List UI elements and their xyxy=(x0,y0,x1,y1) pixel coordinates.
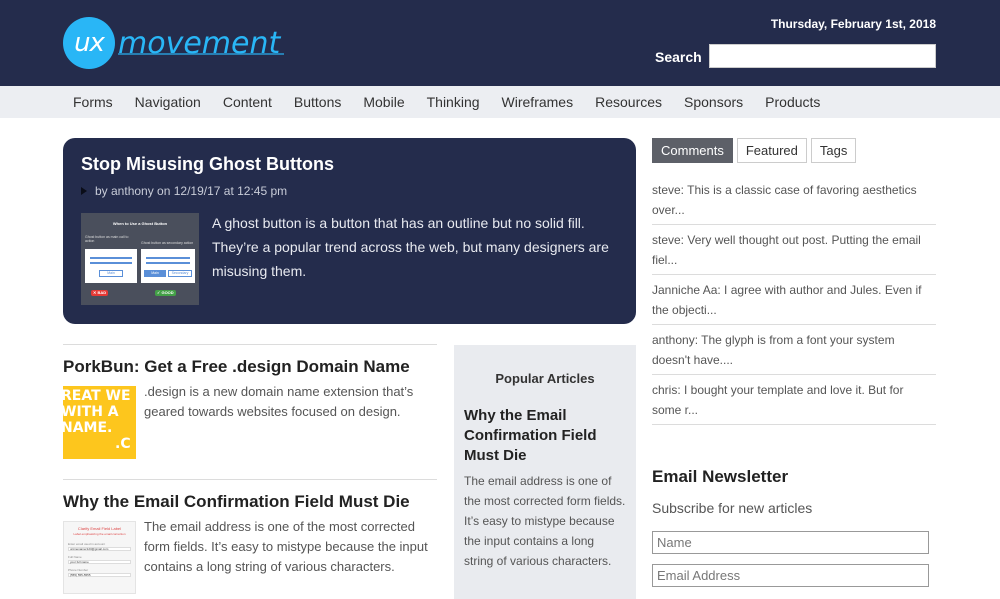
thumb-main-button-2: Main xyxy=(144,270,166,277)
featured-article-byline: by anthony on 12/19/17 at 12:45 pm xyxy=(95,184,288,198)
logo-wordmark: movement xyxy=(118,25,285,61)
popular-article-excerpt: The email address is one of the most cor… xyxy=(464,474,626,568)
nav-item-navigation[interactable]: Navigation xyxy=(135,94,201,110)
thumb-text: WITH A xyxy=(63,404,119,420)
newsletter-subtitle: Subscribe for new articles xyxy=(652,500,813,516)
thumb-label: Phone Number xyxy=(68,568,89,572)
thumb-label: Enter email used in account xyxy=(68,542,106,546)
thumb-right-panel xyxy=(141,249,195,283)
thumb-label: Full Name xyxy=(68,555,82,559)
featured-article: Stop Misusing Ghost Buttons by anthony o… xyxy=(63,138,636,324)
thumb-bad-badge: ✕ BAD xyxy=(91,290,109,296)
article-title[interactable]: Why the Email Confirmation Field Must Di… xyxy=(63,492,437,512)
newsletter-email-field[interactable] xyxy=(652,564,929,587)
comment-item[interactable]: anthony: The glyph is from a font your s… xyxy=(652,325,936,375)
article-title[interactable]: PorkBun: Get a Free .design Domain Name xyxy=(63,357,437,377)
newsletter-name-field[interactable] xyxy=(652,531,929,554)
thumb-field: unimenamer123@gmail.com xyxy=(68,547,131,551)
nav-item-resources[interactable]: Resources xyxy=(595,94,662,110)
thumb-right-caption: Ghost button as secondary action xyxy=(141,241,194,245)
sidebar-tabs: Comments Featured Tags xyxy=(652,138,860,163)
nav-item-wireframes[interactable]: Wireframes xyxy=(502,94,574,110)
comment-item[interactable]: Janniche Aa: I agree with author and Jul… xyxy=(652,275,936,325)
comment-item[interactable]: steve: Very well thought out post. Putti… xyxy=(652,225,936,275)
featured-article-meta: by anthony on 12/19/17 at 12:45 pm xyxy=(81,184,618,198)
article-excerpt: The email address is one of the most cor… xyxy=(144,519,428,574)
thumb-text: .C xyxy=(115,436,131,452)
nav-item-products[interactable]: Products xyxy=(765,94,820,110)
thumb-left-panel xyxy=(85,249,137,283)
article-thumbnail[interactable]: REAT WE WITH A NAME. .C xyxy=(63,386,136,459)
thumb-title: Clarify Email Field Label xyxy=(77,526,122,531)
featured-article-thumbnail[interactable]: When to Use a Ghost Button Ghost button … xyxy=(81,213,199,305)
featured-article-excerpt: A ghost button is a button that has an o… xyxy=(212,215,609,279)
comments-list: steve: This is a classic case of favorin… xyxy=(652,175,936,425)
site-header: ux movement Thursday, February 1st, 2018… xyxy=(0,0,1000,86)
article-item: PorkBun: Get a Free .design Domain Name … xyxy=(63,344,437,459)
nav-item-buttons[interactable]: Buttons xyxy=(294,94,341,110)
comment-item[interactable]: chris: I bought your template and love i… xyxy=(652,375,936,425)
nav-item-sponsors[interactable]: Sponsors xyxy=(684,94,743,110)
popular-article-title[interactable]: Why the Email Confirmation Field Must Di… xyxy=(464,406,626,466)
logo-mark: ux xyxy=(63,17,115,69)
thumb-subtitle: Label emphasizing the email correction xyxy=(73,532,126,536)
thumb-field: your full name xyxy=(68,560,131,564)
search-input[interactable] xyxy=(709,44,936,68)
thumb-text: REAT WE xyxy=(63,388,131,404)
main-nav: Forms Navigation Content Buttons Mobile … xyxy=(0,86,1000,118)
article-excerpt: .design is a new domain name extension t… xyxy=(144,384,414,419)
article-item: Why the Email Confirmation Field Must Di… xyxy=(63,479,437,594)
nav-item-forms[interactable]: Forms xyxy=(73,94,113,110)
tab-comments[interactable]: Comments xyxy=(652,138,733,163)
nav-item-thinking[interactable]: Thinking xyxy=(427,94,480,110)
newsletter-title: Email Newsletter xyxy=(652,467,789,486)
thumb-secondary-button: Secondary xyxy=(168,270,192,277)
search-label: Search xyxy=(655,49,702,65)
thumb-title: When to Use a Ghost Button xyxy=(112,221,168,226)
thumb-text: NAME. xyxy=(63,420,113,436)
popular-articles-panel: Popular Articles Why the Email Confirmat… xyxy=(454,345,636,599)
tab-tags[interactable]: Tags xyxy=(810,138,857,163)
thumb-field: (555) 555-5555 xyxy=(68,573,131,577)
bullet-icon xyxy=(81,187,87,195)
article-thumbnail[interactable]: Clarify Email Field Label Label emphasiz… xyxy=(63,521,136,594)
thumb-main-button: Main xyxy=(99,270,123,277)
nav-item-content[interactable]: Content xyxy=(223,94,272,110)
tab-featured[interactable]: Featured xyxy=(736,138,807,163)
nav-item-mobile[interactable]: Mobile xyxy=(363,94,404,110)
comment-item[interactable]: steve: This is a classic case of favorin… xyxy=(652,175,936,225)
current-date: Thursday, February 1st, 2018 xyxy=(770,17,936,31)
site-logo[interactable]: ux movement xyxy=(63,17,285,69)
featured-article-title[interactable]: Stop Misusing Ghost Buttons xyxy=(81,154,618,175)
thumb-good-badge: ✓ GOOD xyxy=(155,290,176,296)
popular-articles-heading: Popular Articles xyxy=(495,371,595,386)
thumb-left-caption: Ghost button as main call to action xyxy=(85,235,129,243)
